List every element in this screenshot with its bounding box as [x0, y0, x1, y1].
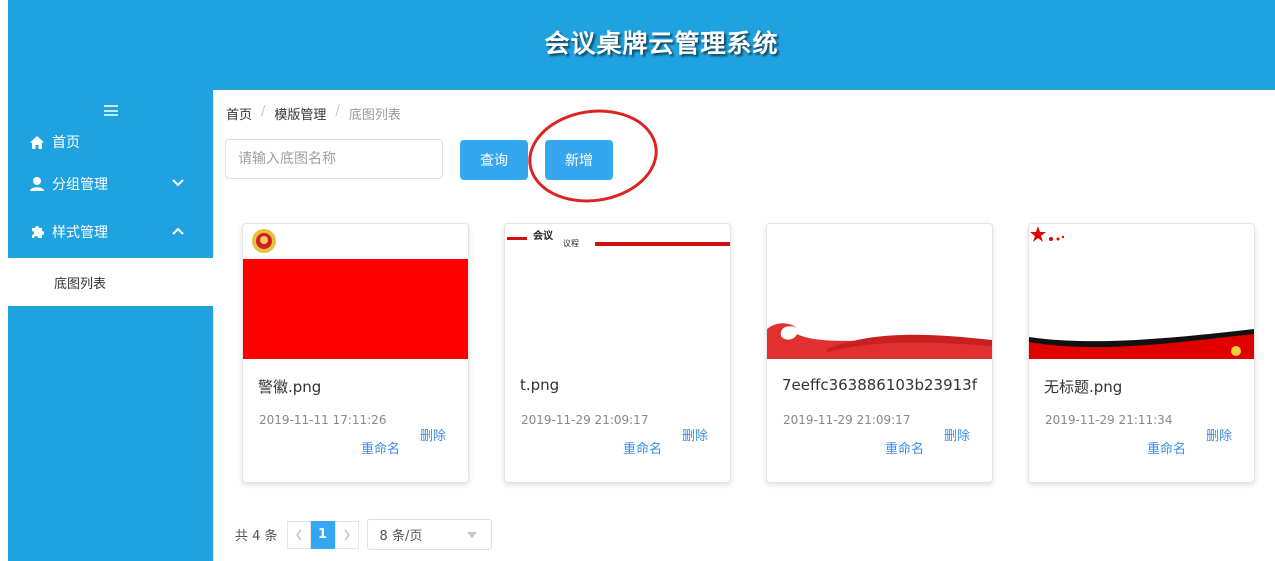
sidebar-item-label: 分组管理: [52, 177, 108, 193]
breadcrumb: 首页 / 模版管理 / 底图列表: [226, 104, 401, 123]
add-button[interactable]: 新增: [545, 140, 613, 180]
rename-link[interactable]: 重命名: [885, 438, 924, 457]
home-icon: [28, 134, 46, 150]
page-size-select[interactable]: 8 条/页: [366, 519, 492, 550]
delete-link[interactable]: 删除: [682, 425, 708, 444]
rename-link[interactable]: 重命名: [361, 438, 400, 457]
sidebar-item-group[interactable]: 分组管理: [8, 160, 213, 208]
card-thumbnail[interactable]: [1029, 224, 1254, 359]
card-thumbnail[interactable]: [767, 224, 992, 359]
card-name: 无标题.png: [1044, 378, 1123, 396]
delete-link[interactable]: 删除: [420, 425, 446, 444]
card-name: t.png: [520, 376, 560, 394]
delete-link[interactable]: 删除: [944, 425, 970, 444]
card-date: 2019-11-29 21:09:17: [783, 413, 911, 427]
top-header: 会议桌牌云管理系统: [8, 0, 1275, 90]
puzzle-icon: [28, 224, 46, 240]
sidebar-item-home[interactable]: 首页: [8, 124, 213, 160]
sidebar-item-label: 首页: [52, 135, 80, 151]
image-card[interactable]: 无标题.png 2019-11-29 21:11:34 删除 重命名: [1028, 223, 1255, 483]
card-date: 2019-11-29 21:09:17: [521, 413, 649, 427]
breadcrumb-current: 底图列表: [348, 108, 401, 123]
user-icon: [28, 176, 46, 192]
chevron-right-icon: [343, 529, 350, 540]
pagination: 共 4 条 1 8 条/页: [235, 519, 492, 550]
caret-down-icon: [466, 532, 477, 538]
query-button[interactable]: 查询: [460, 140, 528, 180]
sidebar-toggle[interactable]: [8, 90, 213, 124]
card-thumbnail[interactable]: [243, 224, 468, 359]
thumb-text-b: 议程: [563, 239, 579, 248]
image-card[interactable]: 会议 议程 t.png 2019-11-29 21:09:17 删除 重命名: [504, 223, 731, 483]
pagination-total: 共 4 条: [235, 529, 278, 544]
breadcrumb-separator: /: [261, 104, 266, 119]
breadcrumb-template[interactable]: 模版管理: [274, 104, 326, 123]
menu-icon[interactable]: [103, 104, 118, 116]
sidebar-item-label: 样式管理: [52, 225, 108, 241]
card-name: 7eeffc363886103b23913f: [782, 376, 977, 394]
chevron-down-icon: [171, 176, 187, 188]
chevron-up-icon: [171, 224, 187, 236]
image-card[interactable]: 警徽.png 2019-11-11 17:11:26 删除 重命名: [242, 223, 469, 483]
breadcrumb-home[interactable]: 首页: [226, 104, 252, 123]
rename-link[interactable]: 重命名: [623, 438, 662, 457]
app-title: 会议桌牌云管理系统: [544, 29, 779, 58]
card-date: 2019-11-11 17:11:26: [259, 413, 387, 427]
image-card[interactable]: 7eeffc363886103b23913f 2019-11-29 21:09:…: [766, 223, 993, 483]
sidebar-subitem-base-image-list[interactable]: 底图列表: [8, 258, 213, 306]
sidebar-item-style[interactable]: 样式管理: [8, 208, 213, 256]
next-page-button[interactable]: [334, 520, 359, 549]
chevron-left-icon: [295, 529, 302, 540]
card-date: 2019-11-29 21:11:34: [1045, 413, 1173, 427]
sidebar: 首页 分组管理 样式管理 底图列表: [8, 90, 213, 561]
page-size-value: 8 条/页: [379, 529, 423, 544]
page-number-current[interactable]: 1: [310, 520, 335, 549]
prev-page-button[interactable]: [286, 520, 311, 549]
card-name: 警徽.png: [258, 378, 322, 396]
breadcrumb-separator: /: [335, 104, 340, 119]
delete-link[interactable]: 删除: [1206, 425, 1232, 444]
rename-link[interactable]: 重命名: [1147, 438, 1186, 457]
card-thumbnail[interactable]: 会议 议程: [505, 224, 730, 359]
thumb-text-a: 会议: [533, 229, 554, 242]
sidebar-subitem-label: 底图列表: [54, 276, 107, 292]
search-input[interactable]: [225, 139, 443, 179]
